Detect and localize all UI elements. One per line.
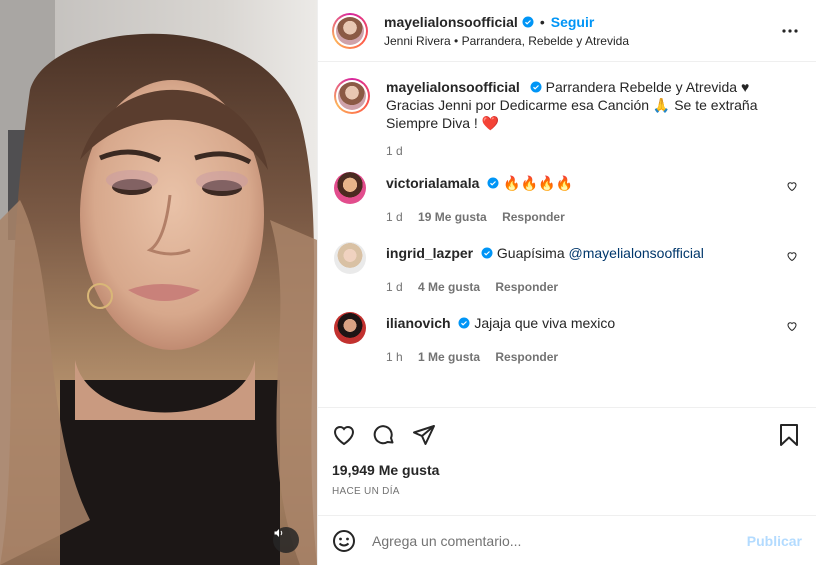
reply-button[interactable]: Responder [495,350,558,364]
commenter-username[interactable]: ingrid_lazper [386,245,473,261]
share-paper-plane-icon[interactable] [412,423,436,447]
comment-item: ilianovich Jajaja que viva mexico 1 h 1 … [334,312,800,364]
comment-time[interactable]: 1 d [386,280,403,294]
caption-text: mayelialonsoofficial Parrandera Rebelde … [386,78,800,132]
more-icon [782,29,798,33]
post-dialog: mayelialonsoofficial • Seguir Jenni Rive… [0,0,816,565]
verified-badge-icon [530,81,542,93]
like-heart-icon[interactable] [332,423,356,447]
post-video[interactable] [0,0,317,565]
comment-meta: 1 d 4 Me gusta Responder [386,280,800,294]
emoji-smiley-icon[interactable] [332,529,356,553]
caption-username[interactable]: mayelialonsoofficial [386,79,520,95]
follow-button[interactable]: Seguir [551,14,595,30]
comment-meta: 1 d 19 Me gusta Responder [386,210,800,224]
publish-button[interactable]: Publicar [747,533,802,549]
post-actions: 19,949 Me gusta HACE UN DÍA [318,407,816,515]
comment-likes[interactable]: 19 Me gusta [418,210,487,224]
caption-avatar[interactable] [334,78,370,114]
comment-likes[interactable]: 4 Me gusta [418,280,480,294]
comment-text: Jajaja que viva mexico [474,315,616,331]
comment-item: victorialamala 🔥🔥🔥🔥 1 d 19 Me gusta Resp… [334,172,800,224]
author-username[interactable]: mayelialonsoofficial [384,14,518,30]
comment-text: Guapísima [496,245,569,261]
post-caption: mayelialonsoofficial Parrandera Rebelde … [334,78,800,158]
comment-likes[interactable]: 1 Me gusta [418,350,480,364]
verified-badge-icon [458,317,470,329]
post-header: mayelialonsoofficial • Seguir Jenni Rive… [318,0,816,62]
reply-button[interactable]: Responder [495,280,558,294]
bookmark-save-icon[interactable] [778,423,800,447]
like-comment-heart-icon[interactable] [786,320,798,332]
verified-badge-icon [481,247,493,259]
more-options-button[interactable] [782,22,798,33]
comment-input[interactable] [372,532,747,549]
author-avatar[interactable] [332,12,368,49]
avatar-image [336,16,364,45]
mention-link[interactable]: @mayelialonsoofficial [569,245,704,261]
speaker-icon [274,529,283,537]
likes-count[interactable]: 19,949 Me gusta [332,462,802,478]
separator-dot: • [539,13,545,30]
audio-subtitle[interactable]: Jenni Rivera • Parrandera, Rebelde y Atr… [384,34,629,48]
commenter-avatar[interactable] [334,242,366,274]
commenter-username[interactable]: victorialamala [386,175,479,191]
caption-time[interactable]: 1 d [386,144,800,158]
commenter-avatar[interactable] [334,172,366,204]
video-frame [0,0,317,565]
comments-section: mayelialonsoofficial Parrandera Rebelde … [318,62,816,407]
comment-item: ingrid_lazper Guapísima @mayelialonsooff… [334,242,800,294]
reply-button[interactable]: Responder [502,210,565,224]
verified-badge-icon [487,177,499,189]
comment-time[interactable]: 1 h [386,350,403,364]
commenter-username[interactable]: ilianovich [386,315,451,331]
verified-badge-icon [522,16,534,27]
like-comment-heart-icon[interactable] [786,180,798,192]
commenter-avatar[interactable] [334,312,366,344]
comment-meta: 1 h 1 Me gusta Responder [386,350,800,364]
add-comment-bar: Publicar [318,515,816,565]
comment-text: 🔥🔥🔥🔥 [503,175,573,191]
sound-toggle-button[interactable] [273,527,299,553]
post-details: mayelialonsoofficial • Seguir Jenni Rive… [317,0,816,565]
comment-bubble-icon[interactable] [372,423,396,447]
post-date[interactable]: HACE UN DÍA [332,486,802,497]
like-comment-heart-icon[interactable] [786,250,798,262]
comment-time[interactable]: 1 d [386,210,403,224]
